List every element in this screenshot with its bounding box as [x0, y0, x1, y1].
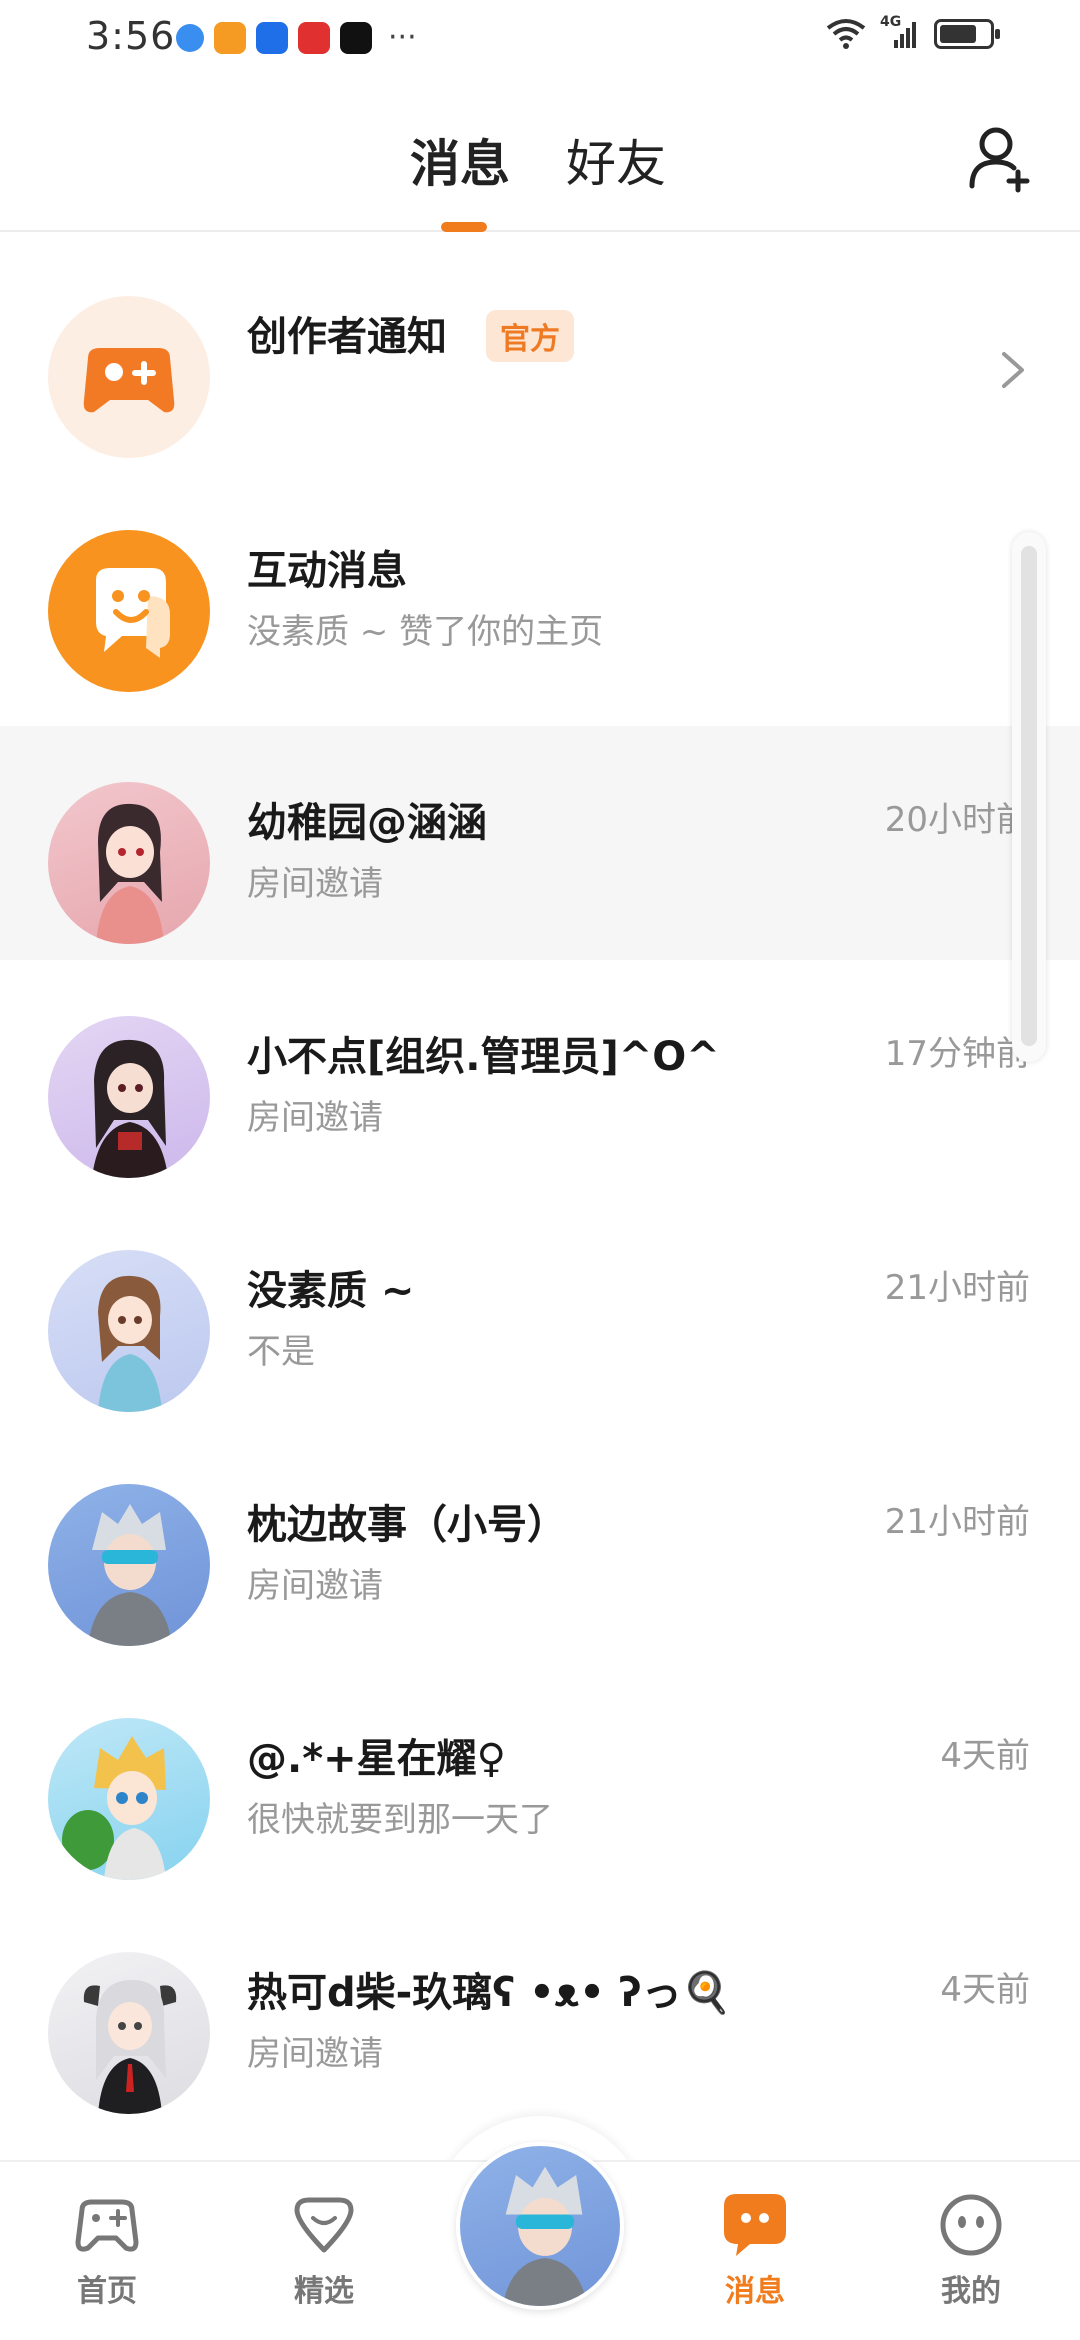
list-item-subtitle: 很快就要到那一天了 — [247, 1800, 553, 1840]
wifi-icon — [826, 19, 866, 49]
list-item-subtitle: 房间邀请 — [247, 1566, 383, 1606]
header: 消息 好友 — [0, 80, 1080, 232]
status-bar: 3:56 ··· 4G — [0, 0, 1080, 80]
list-item-time: 21小时前 — [884, 1502, 1030, 1542]
face-icon — [940, 2194, 1002, 2256]
nav-item-profile[interactable]: 我的 — [901, 2192, 1041, 2310]
anime-boy-avatar-icon — [62, 1736, 166, 1880]
list-item-subtitle: 没素质 ~ 赞了你的主页 — [247, 612, 604, 652]
cellular-signal-icon: 4G — [880, 14, 920, 50]
list-item-title: 没素质 ~ — [247, 1268, 415, 1314]
heart-diamond-icon — [294, 2197, 354, 2253]
status-time: 3:56 — [86, 14, 176, 58]
list-item-chat[interactable]: 枕边故事（小号） 房间邀请 21小时前 — [0, 1428, 1080, 1662]
list-item-title: 创作者通知 — [247, 314, 447, 360]
active-tab-indicator — [441, 222, 487, 232]
list-item-subtitle: 房间邀请 — [247, 2034, 383, 2074]
list-item-chat[interactable]: 幼稚园@涵涵 房间邀请 20小时前 — [0, 726, 1080, 960]
chat-bubble-icon — [724, 2194, 786, 2256]
list-item-subtitle: 房间邀请 — [247, 1098, 383, 1138]
nav-item-home[interactable]: 首页 — [37, 2192, 177, 2310]
chevron-right-icon — [1002, 352, 1024, 388]
list-item-time: 4天前 — [940, 1736, 1030, 1776]
anime-girl-avatar-icon — [92, 1039, 168, 1178]
list-item-subtitle: 不是 — [247, 1332, 315, 1372]
avatar — [48, 1484, 210, 1646]
list-item-title: 热可d柴-玖璃ʕ •ᴥ• ʔっ🍳 — [247, 1970, 732, 2016]
list-item-title: @.*+星在耀♀ — [247, 1736, 506, 1782]
gamepad-icon — [83, 348, 175, 413]
status-app-icons: ··· — [176, 22, 417, 54]
list-item-creator-notice[interactable]: 创作者通知 官方 — [0, 240, 1080, 474]
list-item-subtitle: 房间邀请 — [247, 864, 383, 904]
status-indicators: 4G — [826, 14, 1000, 50]
avatar — [48, 1952, 210, 2114]
list-item-title: 小不点[组织.管理员]^O^ — [247, 1034, 720, 1080]
add-friend-button[interactable] — [966, 122, 1038, 194]
list-item-interactions[interactable]: 互动消息 没素质 ~ 赞了你的主页 — [0, 474, 1080, 708]
anime-girl-avatar-icon — [96, 803, 164, 944]
list-item-time: 21小时前 — [884, 1268, 1030, 1308]
avatar — [48, 1250, 210, 1412]
scrollbar-thumb[interactable] — [1021, 546, 1037, 1046]
list-item-chat[interactable]: @.*+星在耀♀ 很快就要到那一天了 4天前 — [0, 1662, 1080, 1896]
tab-friends[interactable]: 好友 — [566, 124, 666, 196]
nav-label: 精选 — [294, 2274, 354, 2309]
anime-girl-avatar-icon — [98, 1275, 162, 1412]
app-notification-icon — [176, 24, 204, 52]
list-item-title: 幼稚园@涵涵 — [247, 800, 487, 846]
nav-label: 首页 — [77, 2274, 137, 2309]
nav-item-messages[interactable]: 消息 — [685, 2192, 825, 2310]
center-avatar-button[interactable] — [456, 2142, 624, 2310]
anime-boy-avatar-icon — [460, 2146, 620, 2306]
list-item-chat[interactable]: 没素质 ~ 不是 21小时前 — [0, 1194, 1080, 1428]
avatar — [48, 296, 210, 458]
video-app-icon — [214, 22, 246, 54]
bulb-app-icon — [256, 22, 288, 54]
list-item-chat[interactable]: 小不点[组织.管理员]^O^ 房间邀请 17分钟前 — [0, 960, 1080, 1194]
battery-level — [940, 25, 976, 43]
list-item-time: 17分钟前 — [884, 1034, 1030, 1074]
nav-label: 我的 — [941, 2274, 1001, 2309]
battery-icon — [934, 19, 1000, 49]
list-item-title: 枕边故事（小号） — [247, 1502, 567, 1548]
anime-girl-avatar-icon — [83, 1980, 177, 2114]
list-item-time: 4天前 — [940, 1970, 1030, 2010]
list-item-time: 20小时前 — [884, 800, 1030, 840]
anime-boy-avatar-icon — [88, 1504, 172, 1646]
shopping-app-icon — [298, 22, 330, 54]
scrollbar[interactable] — [1012, 532, 1046, 1062]
list-item-title: 互动消息 — [247, 548, 407, 594]
tiktok-app-icon — [340, 22, 372, 54]
more-notifications-icon: ··· — [388, 20, 417, 55]
avatar — [48, 530, 210, 692]
official-badge: 官方 — [486, 310, 574, 362]
smile-chat-icon — [96, 568, 170, 658]
avatar — [48, 1016, 210, 1178]
nav-item-featured[interactable]: 精选 — [254, 2192, 394, 2310]
tab-messages[interactable]: 消息 — [410, 124, 510, 196]
nav-label: 消息 — [725, 2274, 785, 2309]
gamepad-icon — [75, 2199, 139, 2252]
avatar — [48, 1718, 210, 1880]
avatar — [48, 782, 210, 944]
list-item-chat[interactable]: 热可d柴-玖璃ʕ •ᴥ• ʔっ🍳 房间邀请 4天前 — [0, 1896, 1080, 2130]
